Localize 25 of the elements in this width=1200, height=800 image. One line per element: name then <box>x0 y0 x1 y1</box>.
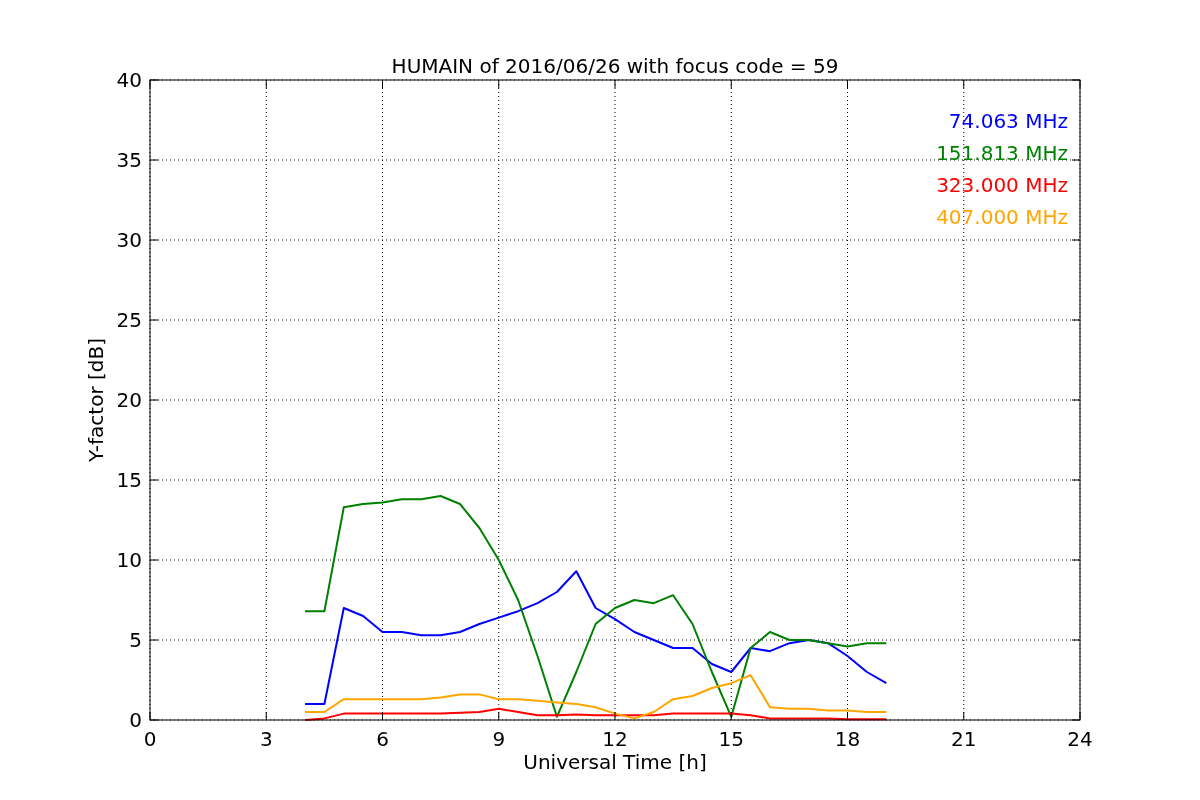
tick-label: 12 <box>602 727 628 751</box>
tick-label: 3 <box>259 727 273 751</box>
tick-label: 10 <box>116 548 142 572</box>
legend-label: 407.000 MHz <box>936 205 1068 229</box>
tick-label: 40 <box>116 68 142 92</box>
legend-label: 151.813 MHz <box>936 141 1068 165</box>
tick-label: 5 <box>129 628 142 652</box>
tick-label: 21 <box>951 727 977 751</box>
chart-title: HUMAIN of 2016/06/26 with focus code = 59 <box>391 54 839 78</box>
y-axis-label: Y-factor [dB] <box>84 338 108 462</box>
tick-label: 6 <box>376 727 389 751</box>
tick-label: 15 <box>718 727 744 751</box>
tick-label: 24 <box>1067 727 1093 751</box>
tick-label: 0 <box>129 708 142 732</box>
x-axis-label: Universal Time [h] <box>523 750 707 774</box>
tick-label: 20 <box>116 388 142 412</box>
tick-label: 18 <box>834 727 861 751</box>
tick-label: 25 <box>116 308 142 332</box>
legend-label: 323.000 MHz <box>936 173 1068 197</box>
tick-label: 9 <box>492 727 506 751</box>
tick-label: 30 <box>116 228 142 252</box>
legend-label: 74.063 MHz <box>948 109 1068 133</box>
tick-label: 0 <box>143 727 157 751</box>
tick-label: 15 <box>116 468 142 492</box>
tick-label: 35 <box>116 148 142 172</box>
